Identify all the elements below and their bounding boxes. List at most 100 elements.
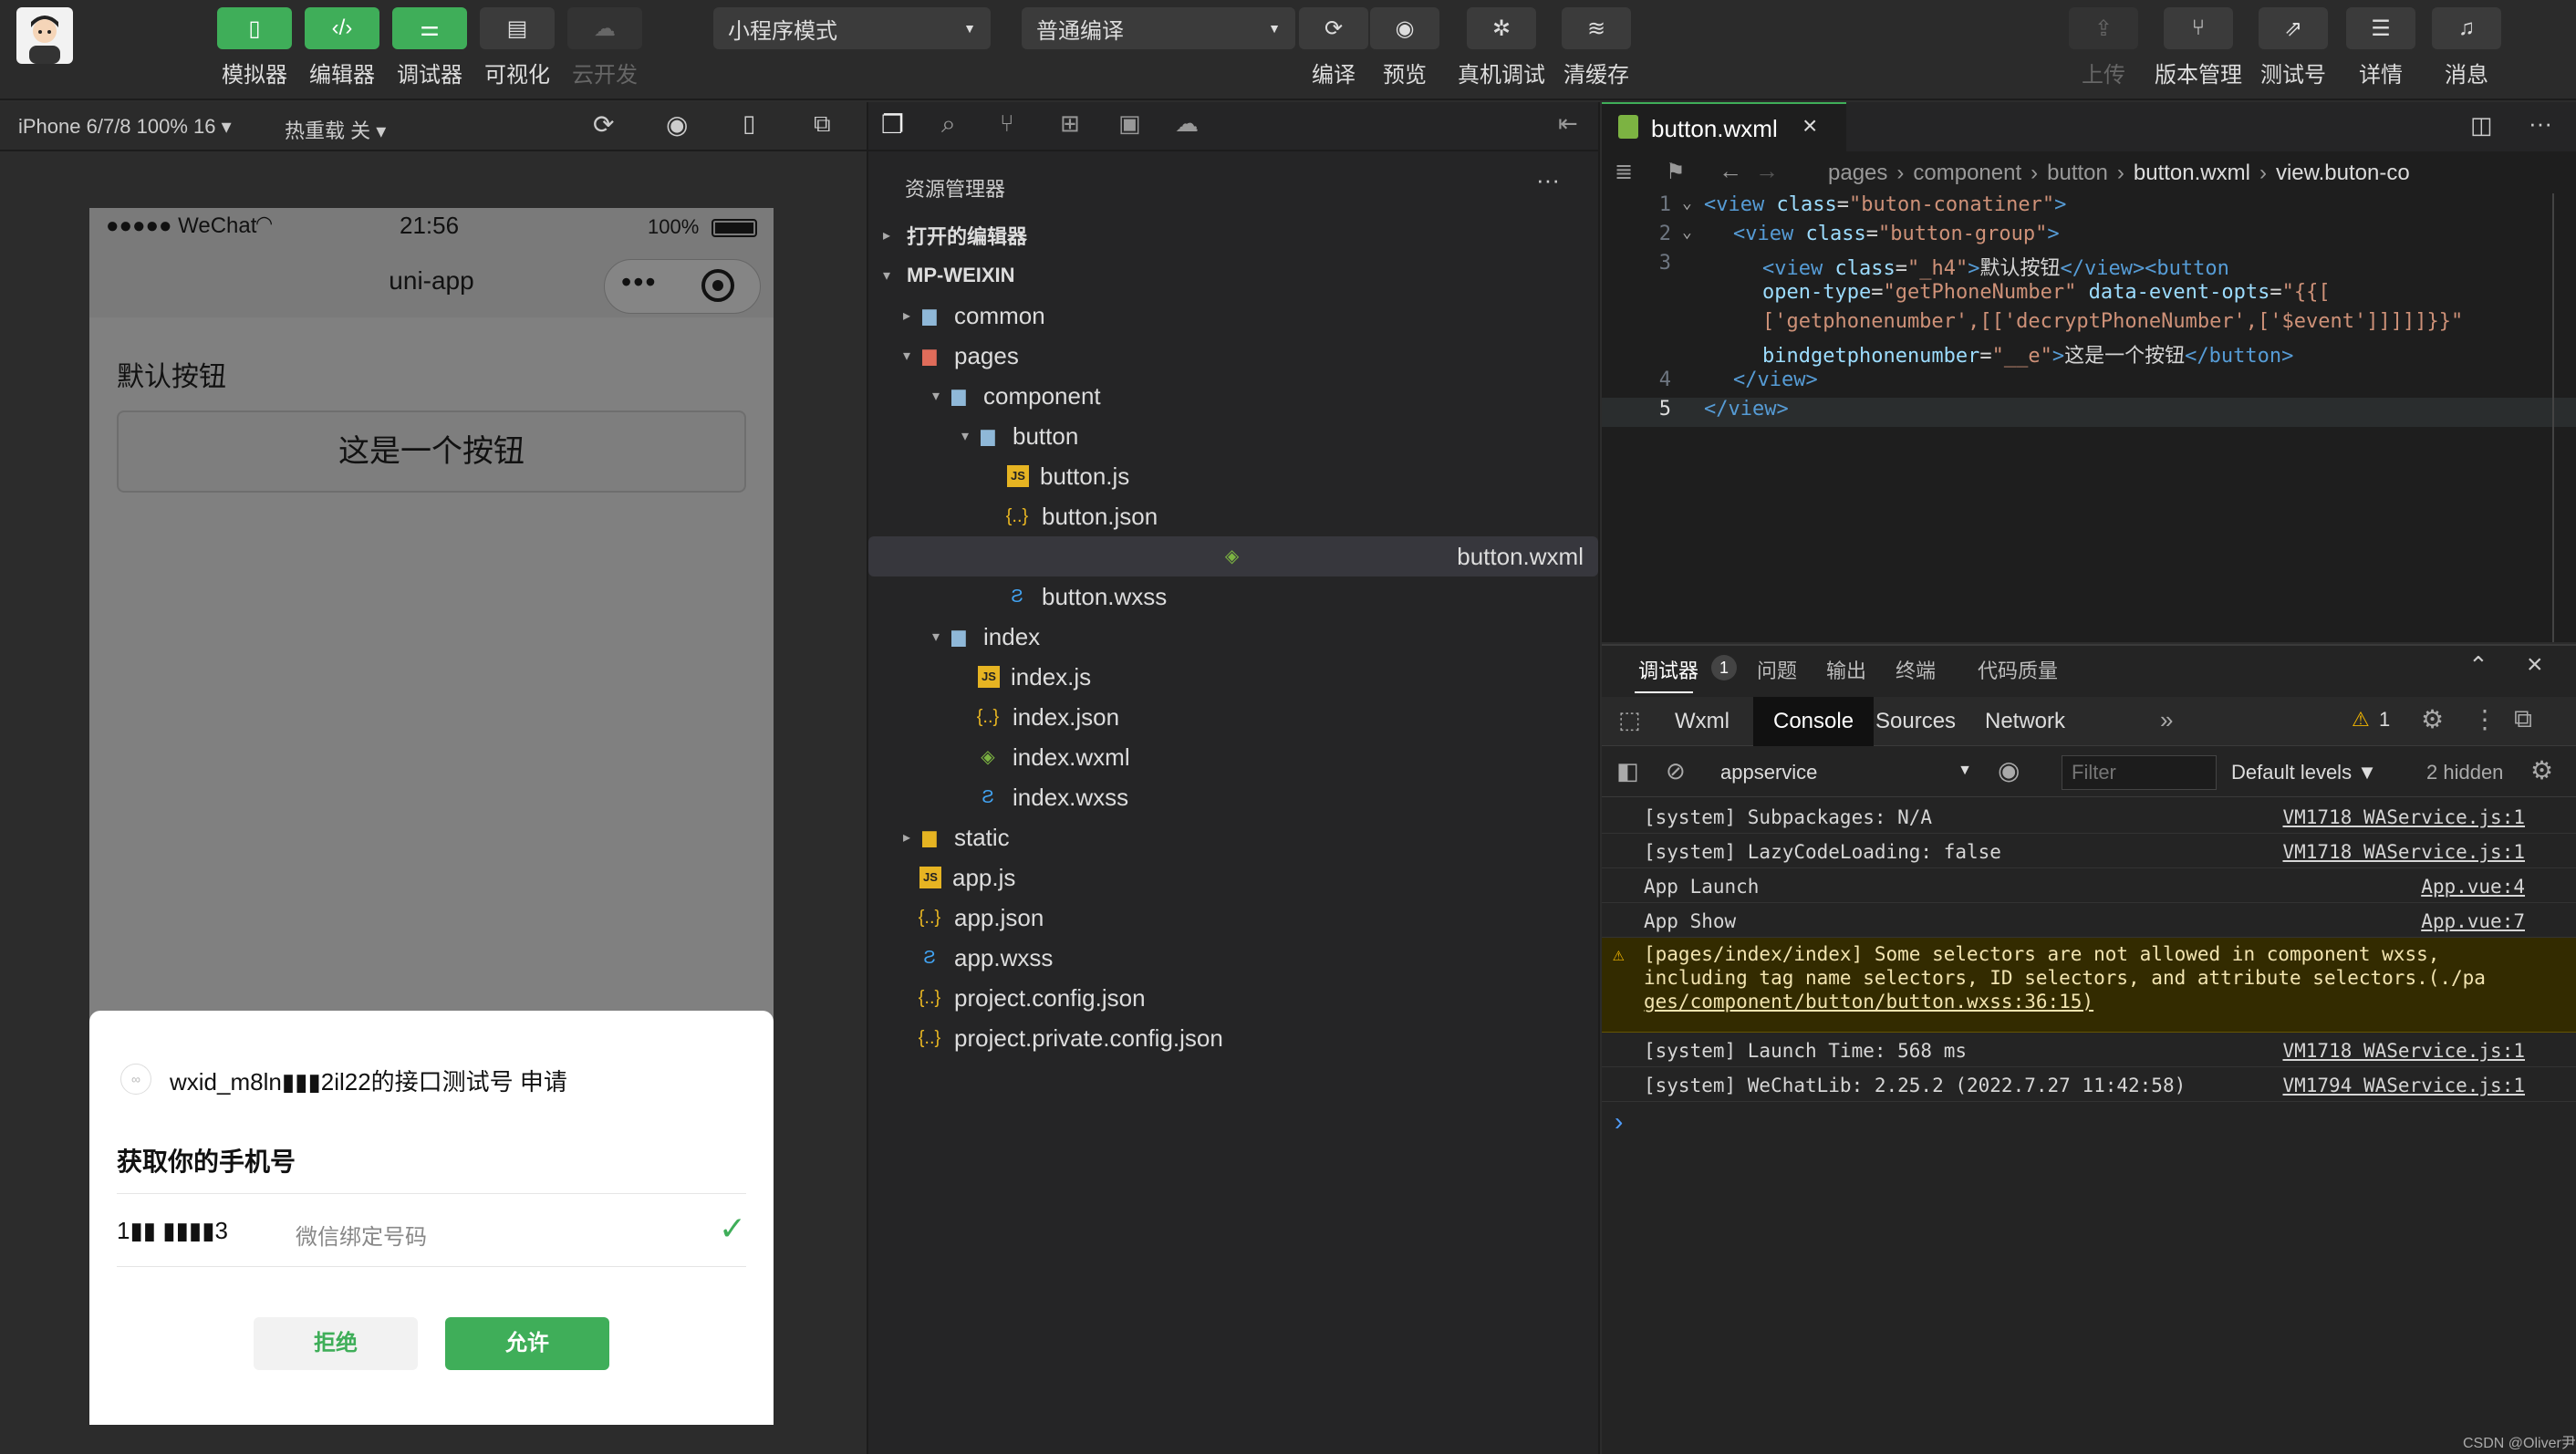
panel-tab[interactable]: Network	[1985, 697, 2065, 746]
log-source-link[interactable]: VM1794 WAService.js:1	[2282, 1075, 2525, 1096]
capsule-menu[interactable]: •••	[604, 259, 761, 314]
close-panel-icon[interactable]: ×	[2527, 649, 2543, 680]
tree-item[interactable]: {..} project.private.config.json	[868, 1018, 1598, 1058]
rotate-icon[interactable]: ⟳	[593, 109, 614, 140]
toolbar-button-0[interactable]: ▯	[217, 7, 292, 49]
fold-icon[interactable]: ⌄	[1682, 193, 1692, 213]
toolbar-mid-button-3[interactable]: ≋	[1562, 7, 1631, 49]
split-editor-icon[interactable]: ◫	[2470, 111, 2493, 140]
devtools-tab[interactable]: 输出	[1826, 655, 1866, 684]
tree-item[interactable]: Ƨindex.wxss	[868, 777, 1598, 817]
tree-item[interactable]: Ƨbutton.wxss	[868, 576, 1598, 617]
more-icon[interactable]: •••	[621, 265, 658, 299]
fold-icon[interactable]: ⌄	[1682, 223, 1692, 242]
toolbar-right-button-1[interactable]: ⑂	[2164, 7, 2233, 49]
toolbar-right-button-3[interactable]: ☰	[2346, 7, 2415, 49]
tree-item[interactable]: ▾ ▆ component	[868, 376, 1598, 416]
files-icon[interactable]: ❐	[881, 109, 904, 140]
warning-count[interactable]: 1	[2379, 708, 2390, 732]
avatar[interactable]	[16, 7, 73, 64]
breadcrumb-item[interactable]: button	[2047, 161, 2108, 185]
reject-button[interactable]: 拒绝	[254, 1317, 418, 1370]
tree-item[interactable]: {..} index.json	[868, 697, 1598, 737]
maximize-icon[interactable]: ⌃	[2468, 651, 2488, 680]
log-source-link[interactable]: VM1718 WAService.js:1	[2282, 806, 2525, 828]
detach-window-icon[interactable]: ⧉	[814, 109, 831, 139]
hot-reload-toggle[interactable]: 热重载 关 ▾	[285, 115, 386, 144]
breadcrumb-item[interactable]: button.wxml	[2134, 161, 2250, 185]
toolbar-right-button-2[interactable]: ⇗	[2259, 7, 2328, 49]
toolbar-mid-button-2[interactable]: ✲	[1467, 7, 1536, 49]
panel-tab[interactable]: Wxml	[1675, 697, 1729, 746]
breadcrumb-item[interactable]: component	[1913, 161, 2021, 185]
outline-icon[interactable]: ≣	[1615, 159, 1633, 185]
undock-icon[interactable]: ⧉	[2514, 704, 2532, 734]
demo-button[interactable]: 这是一个按钮	[117, 410, 746, 493]
scrollbar[interactable]	[2552, 193, 2554, 642]
explorer-more-icon[interactable]: ···	[1536, 166, 1560, 194]
project-section[interactable]: ▾ MP-WEIXIN	[868, 257, 1598, 294]
devtools-tab[interactable]: 代码质量	[1978, 655, 2058, 684]
close-tab-icon[interactable]: ×	[1802, 111, 1817, 140]
console-settings-icon[interactable]: ⚙	[2530, 755, 2553, 785]
open-editors-section[interactable]: ▸ 打开的编辑器	[868, 217, 1598, 254]
log-source-link[interactable]: VM1718 WAService.js:1	[2282, 841, 2525, 863]
allow-button[interactable]: 允许	[445, 1317, 609, 1370]
tree-item[interactable]: ▸ ▆ common	[868, 296, 1598, 336]
log-source-link[interactable]: VM1718 WAService.js:1	[2282, 1040, 2525, 1062]
devtools-tab[interactable]: 调试器	[1638, 655, 1698, 684]
toolbar-mid-button-0[interactable]: ⟳	[1299, 7, 1368, 49]
compile-select[interactable]: 普通编译 ▼	[1022, 7, 1295, 49]
console-prompt[interactable]: ›	[1615, 1107, 1623, 1137]
record-icon[interactable]: ◉	[666, 109, 688, 140]
toolbar-right-button-4[interactable]: ♫	[2432, 7, 2501, 49]
sidebar-toggle-icon[interactable]: ◧	[1616, 757, 1639, 785]
context-select[interactable]: appservice ▼	[1709, 753, 1985, 790]
phone-option[interactable]: 1▮▮ ▮▮▮▮3 微信绑定号码 ✓	[117, 1195, 746, 1266]
toolbar-button-4[interactable]: ☁	[567, 7, 642, 49]
tree-item[interactable]: ▾ ▆ index	[868, 617, 1598, 657]
editor-more-icon[interactable]: ···	[2529, 109, 2552, 138]
inspect-icon[interactable]: ⬚	[1618, 706, 1641, 734]
breadcrumb-item[interactable]: pages	[1828, 161, 1887, 185]
log-source-link[interactable]: App.vue:4	[2421, 876, 2525, 898]
search-icon[interactable]: ⌕	[941, 109, 956, 140]
more-tabs-icon[interactable]: »	[2160, 706, 2173, 734]
kebab-icon[interactable]: ⋮	[2472, 704, 2498, 734]
collapse-panel-icon[interactable]: ⇤	[1558, 109, 1578, 138]
live-expression-icon[interactable]: ◉	[1998, 755, 2020, 785]
tree-item[interactable]: ▾ ▆ button	[868, 416, 1598, 456]
tree-item[interactable]: ▸ ▆ static	[868, 817, 1598, 857]
bookmark-icon[interactable]: ⚑	[1666, 159, 1686, 185]
tree-item[interactable]: {..} project.config.json	[868, 978, 1598, 1018]
device-icon[interactable]: ▯	[743, 109, 755, 138]
warning-line[interactable]: ges/component/button/button.wxss:36:15)	[1644, 991, 2093, 1013]
log-source-link[interactable]: App.vue:7	[2421, 910, 2525, 932]
mode-select[interactable]: 小程序模式 ▼	[713, 7, 991, 49]
settings-icon[interactable]: ⚙	[2421, 704, 2444, 734]
docker-icon[interactable]: ☁	[1175, 109, 1199, 138]
toolbar-button-3[interactable]: ▤	[480, 7, 555, 49]
close-target-icon[interactable]	[701, 269, 734, 302]
levels-select[interactable]: Default levels ▼	[2231, 761, 2377, 784]
tree-item[interactable]: JS button.js	[868, 456, 1598, 496]
tree-item[interactable]: ◈ index.wxml	[868, 737, 1598, 777]
extensions-icon[interactable]: ⊞	[1060, 109, 1080, 138]
breadcrumb-item[interactable]: view.buton-co	[2276, 161, 2410, 185]
toolbar-button-1[interactable]: ‹/›	[305, 7, 379, 49]
devtools-tab[interactable]: 问题	[1757, 655, 1797, 684]
tree-item[interactable]: ◈ button.wxml	[868, 536, 1598, 576]
panel-tab[interactable]: Sources	[1875, 697, 1956, 746]
toolbar-button-2[interactable]: ⚌	[392, 7, 467, 49]
tree-item[interactable]: {..} app.json	[868, 898, 1598, 938]
code-area[interactable]: 1 ⌄ <view class="buton-conatiner"> 2 ⌄ <view …	[1602, 193, 2576, 642]
filter-input[interactable]	[2062, 755, 2217, 790]
tree-item[interactable]: ▾ ▆ pages	[868, 336, 1598, 376]
tree-item[interactable]: {..} button.json	[868, 496, 1598, 536]
back-icon[interactable]: ←	[1719, 157, 1742, 185]
devtools-tab[interactable]: 终端	[1896, 655, 1936, 684]
save-icon[interactable]: ▣	[1118, 109, 1141, 138]
device-select[interactable]: iPhone 6/7/8 100% 16 ▾	[18, 115, 232, 139]
clear-console-icon[interactable]: ⊘	[1666, 757, 1686, 785]
panel-tab[interactable]: Console	[1753, 697, 1875, 746]
